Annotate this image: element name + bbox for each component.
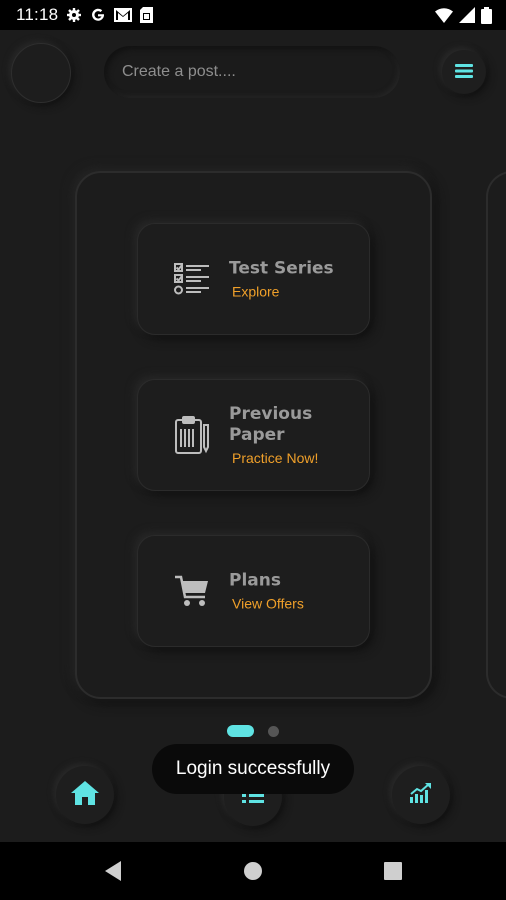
back-icon[interactable] — [100, 858, 126, 884]
tile-subtitle: Explore — [232, 283, 280, 300]
hamburger-menu-icon — [455, 63, 473, 82]
gear-icon — [66, 7, 82, 23]
system-navigation-bar — [0, 842, 506, 900]
header — [0, 30, 506, 120]
tile-subtitle: Practice Now! — [232, 450, 319, 466]
nav-stats-button[interactable] — [392, 766, 450, 824]
google-icon — [90, 7, 106, 23]
page-dot[interactable] — [268, 726, 279, 737]
menu-button[interactable] — [442, 50, 486, 94]
plans-text: Plans View Offers — [229, 571, 304, 612]
create-post-input[interactable] — [104, 46, 400, 98]
signal-icon — [459, 7, 475, 23]
clipboard-icon — [172, 415, 212, 455]
tile-title-line2: Paper — [229, 425, 285, 445]
status-bar: 11:18 — [0, 0, 506, 30]
toast-message: Login successfully — [152, 744, 354, 794]
checklist-icon — [172, 259, 212, 299]
cart-icon — [172, 571, 212, 611]
status-time: 11:18 — [16, 5, 59, 24]
test-series-tile[interactable]: Test Series Explore — [137, 223, 370, 335]
carousel-next-card[interactable] — [486, 171, 506, 699]
tile-title: Test Series — [229, 258, 334, 279]
plans-tile[interactable]: Plans View Offers — [137, 535, 370, 647]
battery-icon — [481, 6, 492, 24]
avatar[interactable] — [11, 43, 71, 103]
recents-icon[interactable] — [380, 858, 406, 884]
chart-icon — [409, 782, 433, 808]
wifi-icon — [435, 7, 453, 23]
tile-title: Plans — [229, 570, 281, 591]
tile-title-line1: Previous — [229, 404, 313, 424]
carousel-page-indicator — [0, 724, 506, 738]
previous-paper-tile[interactable]: Previous Paper Practice Now! — [137, 379, 370, 491]
test-series-text: Test Series Explore — [229, 259, 334, 300]
sim-card-icon — [140, 7, 154, 23]
previous-paper-text: Previous Paper Practice Now! — [229, 404, 318, 466]
gmail-icon — [114, 8, 133, 22]
status-icons-left — [66, 7, 154, 23]
status-icons-right — [435, 6, 492, 24]
home-circle-icon[interactable] — [240, 858, 266, 884]
tile-subtitle: View Offers — [232, 595, 304, 612]
page-dot-active[interactable] — [227, 725, 254, 737]
nav-home-button[interactable] — [56, 766, 114, 824]
home-icon — [70, 780, 100, 810]
